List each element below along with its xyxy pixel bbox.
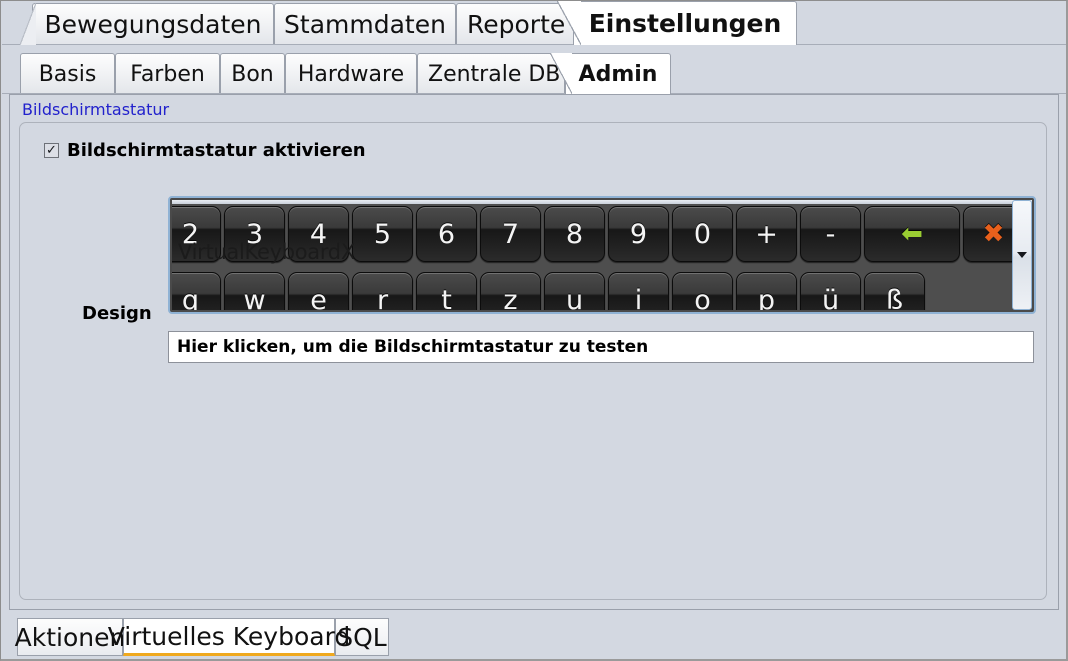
key-q[interactable]: q bbox=[172, 272, 221, 310]
bottom-tab-bar: Aktionen Virtuelles Keyboard SQL bbox=[2, 612, 1066, 659]
enable-keyboard-label: Bildschirmtastatur aktivieren bbox=[67, 140, 366, 161]
keyboard-row-2: q w e r t z u i o p ü ß bbox=[172, 272, 925, 310]
section-label-bildschirmtastatur: Bildschirmtastatur bbox=[22, 100, 170, 119]
key-i[interactable]: i bbox=[608, 272, 669, 310]
sub-tab-bar: Basis Farben Bon Hardware Zentrale DB Ad… bbox=[2, 45, 1066, 94]
key-4[interactable]: 4 bbox=[288, 206, 349, 262]
bottom-tab-virtuelles-keyboard[interactable]: Virtuelles Keyboard bbox=[108, 618, 350, 656]
key-e-label: e bbox=[310, 284, 327, 311]
key-u[interactable]: u bbox=[544, 272, 605, 310]
key-t[interactable]: t bbox=[416, 272, 477, 310]
content-panel: Bildschirmtastatur ✓ Bildschirmtastatur … bbox=[9, 94, 1059, 610]
subtab-hardware-label: Hardware bbox=[297, 61, 405, 87]
chevron-down-icon bbox=[1017, 252, 1027, 258]
subtab-zentrale-db-label: Zentrale DB bbox=[428, 61, 561, 87]
key-i-label: i bbox=[634, 284, 643, 311]
tab-einstellungen-label: Einstellungen bbox=[588, 9, 782, 38]
enable-keyboard-row[interactable]: ✓ Bildschirmtastatur aktivieren bbox=[44, 140, 366, 161]
subtab-admin[interactable]: Admin bbox=[565, 53, 671, 94]
application-window: Bewegungsdaten Stammdaten Reporte Einste… bbox=[0, 0, 1068, 661]
enable-keyboard-checkbox[interactable]: ✓ bbox=[44, 143, 59, 158]
subtab-admin-label: Admin bbox=[578, 61, 658, 87]
key-6[interactable]: 6 bbox=[416, 206, 477, 262]
key-uumlaut-label: ü bbox=[821, 284, 840, 311]
key-backspace[interactable]: ⬅ bbox=[864, 206, 960, 262]
tab-reporte-label: Reporte bbox=[467, 10, 566, 39]
bottom-tab-virtuelles-keyboard-label: Virtuelles Keyboard bbox=[107, 621, 351, 651]
key-plus-label: + bbox=[755, 218, 778, 250]
key-p-label: p bbox=[757, 284, 776, 311]
key-r-label: r bbox=[376, 284, 389, 311]
design-combobox-dropdown-button[interactable] bbox=[1012, 200, 1032, 310]
subtab-farben-label: Farben bbox=[130, 61, 205, 87]
checkmark-icon: ✓ bbox=[46, 143, 57, 158]
keyboard-preview: 2 3 4 5 6 7 8 9 0 + - ⬅ ✖ q w e r t z u … bbox=[172, 200, 1032, 310]
key-eszett-label: ß bbox=[885, 284, 903, 311]
key-6-label: 6 bbox=[437, 218, 456, 250]
close-icon: ✖ bbox=[982, 219, 1005, 249]
key-u-label: u bbox=[565, 284, 584, 311]
key-7-label: 7 bbox=[501, 218, 520, 250]
key-5-label: 5 bbox=[373, 218, 392, 250]
tab-overlap-clip bbox=[557, 1, 581, 45]
key-0-label: 0 bbox=[693, 218, 712, 250]
key-3-label: 3 bbox=[245, 218, 264, 250]
key-o-label: o bbox=[694, 284, 711, 311]
key-plus[interactable]: + bbox=[736, 206, 797, 262]
subtab-basis[interactable]: Basis bbox=[20, 53, 115, 94]
key-9-label: 9 bbox=[629, 218, 648, 250]
tab-einstellungen[interactable]: Einstellungen bbox=[573, 1, 797, 45]
key-8-label: 8 bbox=[565, 218, 584, 250]
design-field-label: Design bbox=[82, 303, 152, 324]
subtab-hardware[interactable]: Hardware bbox=[285, 53, 417, 94]
key-7[interactable]: 7 bbox=[480, 206, 541, 262]
key-uumlaut[interactable]: ü bbox=[800, 272, 861, 310]
keyboard-test-input-value: Hier klicken, um die Bildschirmtastatur … bbox=[177, 337, 649, 357]
tab-strip-left-corner bbox=[20, 3, 36, 45]
key-3[interactable]: 3 bbox=[224, 206, 285, 262]
subtab-basis-label: Basis bbox=[38, 61, 97, 87]
key-t-label: t bbox=[441, 284, 452, 311]
main-tab-bar: Bewegungsdaten Stammdaten Reporte Einste… bbox=[2, 1, 1066, 45]
key-w[interactable]: w bbox=[224, 272, 285, 310]
arrow-left-icon: ⬅ bbox=[901, 219, 923, 249]
key-q-label: q bbox=[181, 284, 200, 311]
key-minus-label: - bbox=[825, 218, 836, 250]
design-combobox[interactable]: 2 3 4 5 6 7 8 9 0 + - ⬅ ✖ q w e r t z u … bbox=[168, 196, 1036, 314]
key-0[interactable]: 0 bbox=[672, 206, 733, 262]
key-p[interactable]: p bbox=[736, 272, 797, 310]
key-9[interactable]: 9 bbox=[608, 206, 669, 262]
key-z[interactable]: z bbox=[480, 272, 541, 310]
tab-bewegungsdaten[interactable]: Bewegungsdaten bbox=[32, 3, 274, 45]
subtab-bon-label: Bon bbox=[231, 61, 274, 87]
keyboard-preview-top-rule bbox=[172, 200, 1032, 204]
tab-stammdaten[interactable]: Stammdaten bbox=[274, 3, 456, 45]
keyboard-test-input[interactable]: Hier klicken, um die Bildschirmtastatur … bbox=[168, 331, 1034, 363]
key-w-label: w bbox=[243, 284, 266, 311]
keyboard-settings-group: ✓ Bildschirmtastatur aktivieren Design 2… bbox=[19, 122, 1047, 600]
key-z-label: z bbox=[503, 284, 518, 311]
key-2-label: 2 bbox=[181, 218, 200, 250]
keyboard-row-1: 2 3 4 5 6 7 8 9 0 + - ⬅ ✖ bbox=[172, 206, 1024, 262]
tab-bewegungsdaten-label: Bewegungsdaten bbox=[44, 10, 262, 39]
key-8[interactable]: 8 bbox=[544, 206, 605, 262]
key-o[interactable]: o bbox=[672, 272, 733, 310]
key-e[interactable]: e bbox=[288, 272, 349, 310]
key-minus[interactable]: - bbox=[800, 206, 861, 262]
key-4-label: 4 bbox=[309, 218, 328, 250]
key-5[interactable]: 5 bbox=[352, 206, 413, 262]
subtab-farben[interactable]: Farben bbox=[115, 53, 220, 94]
subtab-overlap-clip bbox=[550, 53, 572, 94]
tab-stammdaten-label: Stammdaten bbox=[284, 10, 446, 39]
key-eszett[interactable]: ß bbox=[864, 272, 925, 310]
key-r[interactable]: r bbox=[352, 272, 413, 310]
key-2[interactable]: 2 bbox=[172, 206, 221, 262]
subtab-bon[interactable]: Bon bbox=[220, 53, 285, 94]
subtab-zentrale-db[interactable]: Zentrale DB bbox=[417, 53, 565, 94]
